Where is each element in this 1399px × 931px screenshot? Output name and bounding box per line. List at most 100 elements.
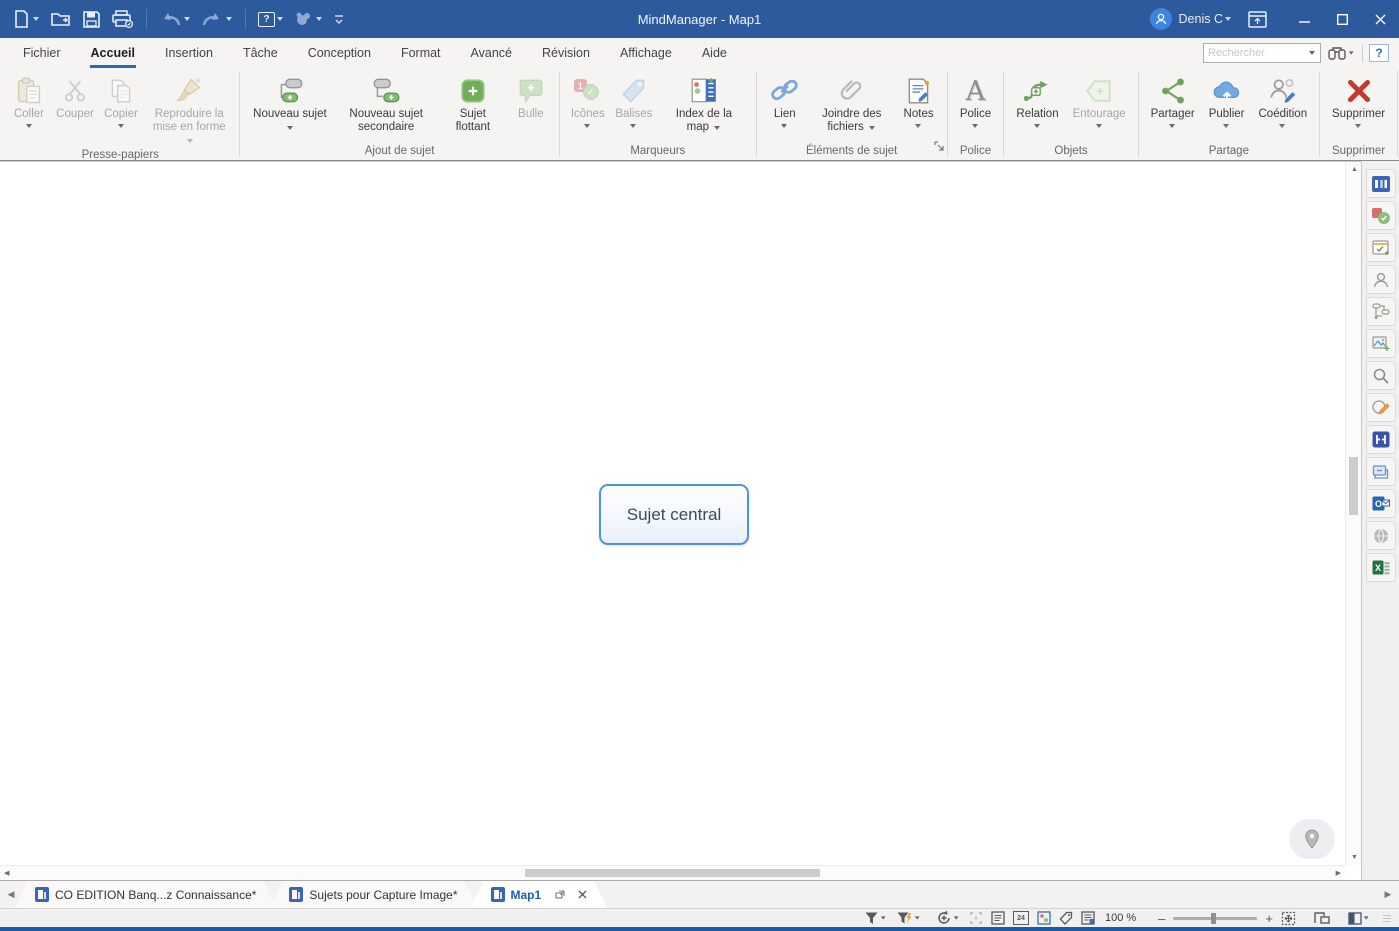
dialog-launcher-icon[interactable] (934, 138, 944, 156)
chevron-down-icon[interactable] (881, 916, 887, 921)
sidebar-item-design-objects[interactable] (1366, 393, 1396, 422)
index-view-button[interactable] (1081, 910, 1095, 926)
chevron-down-icon[interactable] (1278, 123, 1287, 129)
horizontal-scroll-thumb[interactable] (525, 869, 820, 877)
icon-view-button[interactable] (1037, 910, 1051, 926)
sidebar-item-topic-hierarchy[interactable] (1366, 297, 1396, 326)
zoom-in-button[interactable]: + (1265, 910, 1273, 926)
boundary-button[interactable]: Entourage (1066, 71, 1133, 129)
document-tab-2[interactable]: Sujets pour Capture Image* (269, 881, 477, 908)
power-filter-button[interactable] (896, 910, 922, 926)
document-tab-1[interactable]: CO EDITION Banq...z Connaissance* (15, 881, 276, 908)
attach-files-button[interactable]: Joindre des fichiers (808, 71, 896, 134)
chevron-down-icon[interactable] (1224, 16, 1232, 22)
zoom-slider-thumb[interactable] (1211, 913, 1216, 924)
sidebar-item-resources[interactable] (1366, 265, 1396, 294)
horizontal-scrollbar[interactable]: ◀ ▶ (0, 865, 1345, 880)
tab-affichage[interactable]: Affichage (605, 38, 687, 68)
chevron-down-icon[interactable] (185, 138, 194, 143)
sidebar-item-outlook[interactable]: O (1366, 489, 1396, 518)
touch-mode-button[interactable] (290, 5, 327, 33)
chevron-down-icon[interactable] (915, 916, 921, 921)
sidebar-item-co-editing[interactable] (1366, 425, 1396, 454)
chevron-down-icon[interactable] (225, 16, 233, 22)
popout-tab-icon[interactable] (555, 890, 565, 899)
split-view-button[interactable] (1348, 910, 1371, 926)
scroll-right-arrow[interactable]: ▶ (1336, 870, 1341, 877)
chevron-down-icon[interactable] (583, 123, 592, 129)
save-button[interactable] (78, 5, 105, 33)
close-tab-icon[interactable] (578, 890, 587, 899)
chevron-down-icon[interactable] (1354, 123, 1363, 129)
delete-button[interactable]: Supprimer (1325, 71, 1392, 129)
scroll-up-arrow[interactable]: ▲ (1351, 166, 1358, 173)
central-topic[interactable]: Sujet central (599, 484, 749, 545)
scroll-left-arrow[interactable]: ◀ (4, 870, 9, 877)
search-input[interactable] (1204, 47, 1309, 59)
chevron-down-icon[interactable] (285, 125, 294, 130)
cut-button[interactable]: Couper (52, 71, 98, 121)
help-button[interactable]: ? (254, 5, 288, 33)
chevron-down-icon[interactable] (914, 123, 923, 129)
chevron-down-icon[interactable] (1364, 916, 1370, 921)
schedule-view-button[interactable]: 24 (1013, 911, 1029, 925)
floating-topic-button[interactable]: Sujet flottant (438, 71, 508, 134)
undo-button[interactable] (155, 5, 195, 33)
refresh-add-button[interactable] (936, 910, 961, 926)
tag-view-button[interactable] (1059, 910, 1073, 926)
callout-button[interactable]: Bulle (508, 71, 554, 121)
location-pin-button[interactable] (1289, 819, 1335, 859)
maximize-button[interactable] (1323, 0, 1361, 38)
chevron-down-icon[interactable] (1309, 50, 1317, 56)
chevron-down-icon[interactable] (25, 123, 34, 129)
outline-view-button[interactable] (991, 910, 1005, 926)
sidebar-item-excel[interactable]: X (1366, 553, 1396, 582)
zoom-slider[interactable] (1173, 917, 1257, 920)
document-tab-map1[interactable]: Map1 (471, 881, 608, 908)
user-name[interactable]: Denis C (1179, 12, 1223, 26)
chevron-down-icon[interactable] (780, 123, 789, 129)
tab-fichier[interactable]: Fichier (8, 38, 76, 68)
chevron-down-icon[interactable] (971, 123, 980, 129)
chevron-down-icon[interactable] (1095, 123, 1104, 129)
redo-button[interactable] (197, 5, 237, 33)
filter-button[interactable] (864, 910, 888, 926)
map-index-button[interactable]: Index de la map (657, 71, 751, 134)
tab-tache[interactable]: Tâche (228, 38, 293, 68)
sidebar-item-web[interactable] (1366, 521, 1396, 550)
zoom-out-button[interactable]: – (1158, 910, 1165, 926)
sidebar-item-marker-index[interactable] (1366, 201, 1396, 230)
close-button[interactable] (1361, 0, 1399, 38)
vertical-scroll-thumb[interactable] (1349, 457, 1358, 515)
chevron-down-icon[interactable] (315, 16, 323, 22)
font-button[interactable]: A Police (952, 71, 998, 129)
tab-conception[interactable]: Conception (293, 38, 386, 68)
help-button[interactable]: ? (1369, 44, 1389, 62)
tab-avance[interactable]: Avancé (456, 38, 527, 68)
vertical-scrollbar[interactable]: ▲ ▼ (1345, 162, 1361, 865)
fit-selection-button[interactable] (969, 910, 983, 926)
copy-button[interactable]: Copier (98, 71, 144, 129)
notes-button[interactable]: Notes (896, 71, 942, 129)
chevron-down-icon[interactable] (1033, 123, 1042, 129)
chevron-down-icon[interactable] (712, 125, 721, 130)
paste-button[interactable]: Coller (6, 71, 52, 129)
chevron-down-icon[interactable] (183, 16, 191, 22)
new-subtopic-button[interactable]: Nouveau sujet secondaire (334, 71, 437, 134)
tab-accueil[interactable]: Accueil (76, 38, 150, 68)
relationship-button[interactable]: Relation (1009, 71, 1065, 129)
new-topic-button[interactable]: Nouveau sujet (245, 71, 334, 134)
find-button[interactable] (1327, 45, 1356, 61)
customize-toolbar-button[interactable] (329, 5, 349, 33)
coediting-button[interactable]: Coédition (1252, 71, 1315, 129)
sidebar-item-archive[interactable] (1366, 457, 1396, 486)
tab-aide[interactable]: Aide (687, 38, 742, 68)
chevron-down-icon[interactable] (867, 125, 876, 130)
chevron-down-icon[interactable] (276, 16, 284, 22)
chevron-down-icon[interactable] (1222, 123, 1231, 129)
presentation-view-button[interactable] (1314, 910, 1330, 926)
chevron-down-icon[interactable] (32, 16, 40, 22)
tab-revision[interactable]: Révision (527, 38, 605, 68)
chevron-down-icon[interactable] (117, 123, 126, 129)
tags-button[interactable]: Balises (611, 71, 657, 129)
